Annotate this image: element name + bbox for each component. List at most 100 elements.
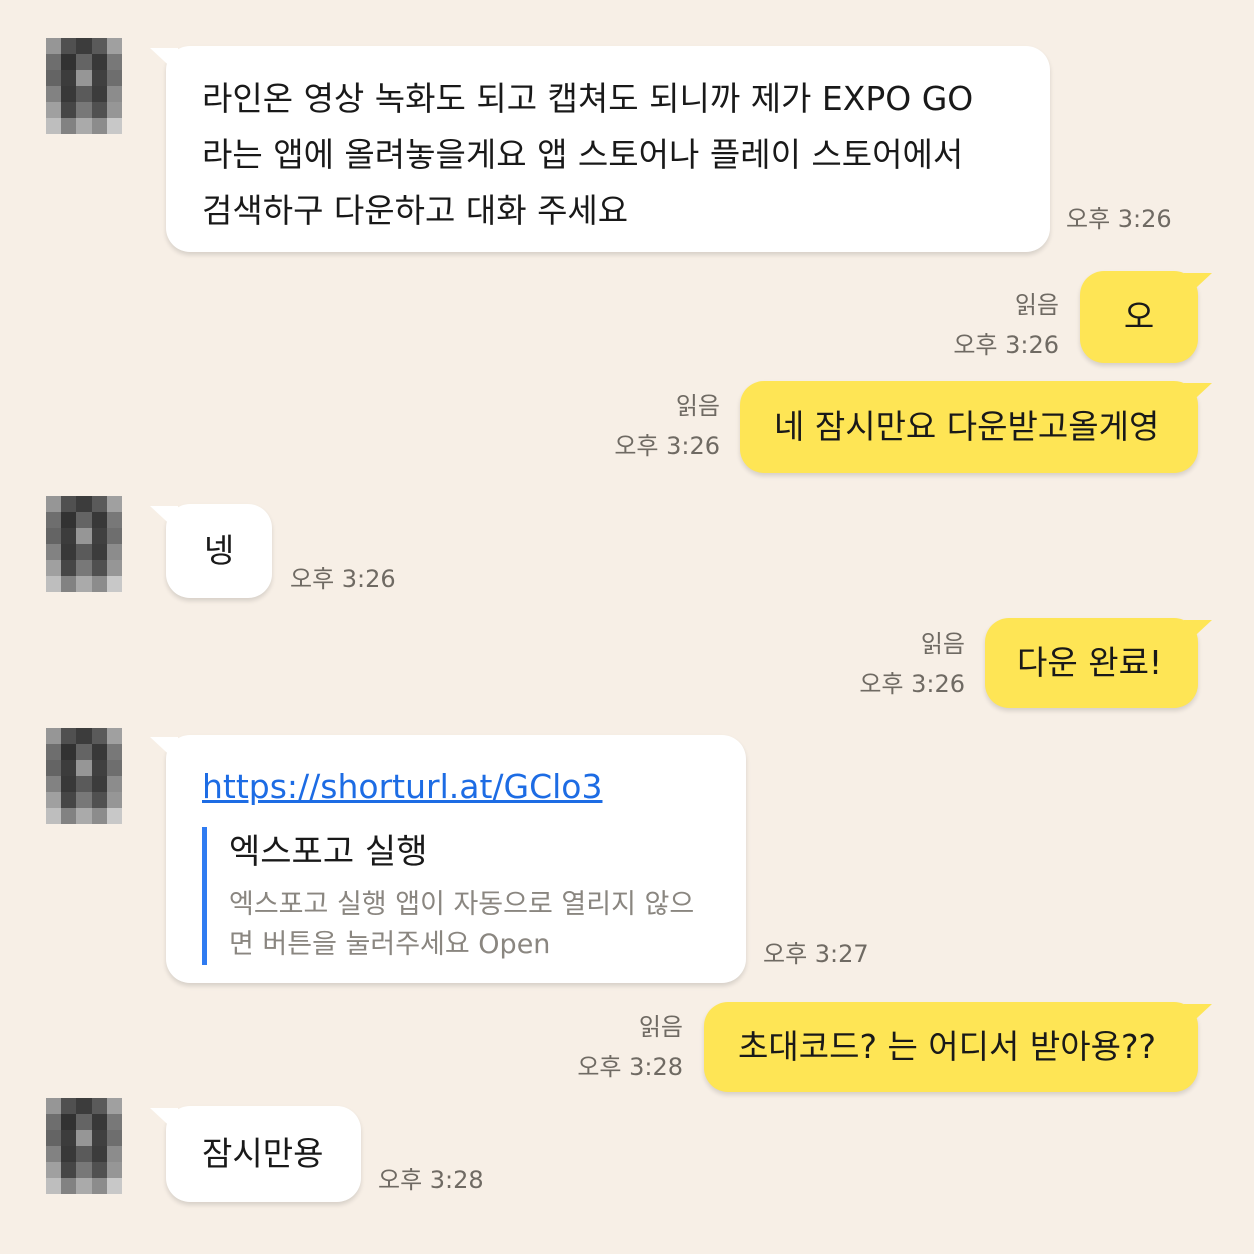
avatar-pixel xyxy=(91,86,107,102)
avatar-pixel xyxy=(46,744,62,760)
message-bubble-incoming[interactable]: 잠시만용 xyxy=(150,1106,361,1202)
sender-avatar[interactable] xyxy=(46,728,122,824)
avatar-pixel xyxy=(46,54,62,70)
message-time: 오후 3:26 xyxy=(290,565,396,593)
avatar-pixel xyxy=(76,86,92,102)
avatar-pixel xyxy=(46,1098,62,1114)
avatar-pixel xyxy=(46,1146,62,1162)
avatar-pixel xyxy=(91,560,107,576)
message-bubble-outgoing[interactable]: 초대코드? 는 어디서 받아용?? xyxy=(704,1002,1212,1092)
avatar-pixel xyxy=(106,760,122,776)
avatar-pixel xyxy=(61,1162,77,1178)
avatar-pixel xyxy=(91,54,107,70)
avatar-pixel xyxy=(61,118,77,134)
read-receipt: 읽음 xyxy=(638,1013,683,1041)
avatar-pixel xyxy=(106,1178,122,1194)
message-bubble-outgoing[interactable]: 오 xyxy=(1080,271,1212,363)
avatar-pixel xyxy=(91,1098,107,1114)
avatar-pixel xyxy=(61,560,77,576)
message-time: 오후 3:26 xyxy=(859,670,965,698)
avatar-pixel xyxy=(106,1114,122,1130)
message-bubble-outgoing[interactable]: 다운 완료! xyxy=(985,618,1212,708)
avatar-pixel xyxy=(76,744,92,760)
avatar-pixel xyxy=(46,38,62,54)
avatar-pixel xyxy=(61,728,77,744)
avatar-pixel xyxy=(76,70,92,86)
avatar-pixel xyxy=(91,1178,107,1194)
sender-avatar[interactable] xyxy=(46,496,122,592)
avatar-pixel xyxy=(61,70,77,86)
avatar-pixel xyxy=(91,528,107,544)
avatar-pixel xyxy=(76,512,92,528)
avatar-pixel xyxy=(61,528,77,544)
link-preview-description: 엑스포고 실행 앱이 자동으로 열리지 않으 면 버튼을 눌러주세요 Open xyxy=(229,885,710,965)
avatar-pixel xyxy=(61,576,77,592)
message-bubble-incoming[interactable]: 넹 xyxy=(150,504,272,598)
avatar-pixel xyxy=(76,528,92,544)
avatar-pixel xyxy=(106,576,122,592)
avatar-pixel xyxy=(46,808,62,824)
link-preview-bubble[interactable]: https://shorturl.at/GClo3 엑스포고 실행 엑스포고 실… xyxy=(150,735,746,983)
link-url[interactable]: https://shorturl.at/GClo3 xyxy=(202,765,710,809)
avatar-pixel xyxy=(106,560,122,576)
avatar-pixel xyxy=(91,1130,107,1146)
avatar-pixel xyxy=(61,776,77,792)
avatar-pixel xyxy=(61,760,77,776)
avatar-pixel xyxy=(106,808,122,824)
avatar-pixel xyxy=(76,496,92,512)
avatar-pixel xyxy=(61,1146,77,1162)
avatar-pixel xyxy=(61,512,77,528)
message-text-line: 라인온 영상 녹화도 되고 캡쳐도 되니까 제가 EXPO GO xyxy=(202,79,974,118)
link-preview-card[interactable]: 엑스포고 실행 엑스포고 실행 앱이 자동으로 열리지 않으 면 버튼을 눌러주… xyxy=(202,827,710,965)
avatar-pixel xyxy=(76,118,92,134)
read-receipt: 읽음 xyxy=(675,392,720,420)
avatar-pixel xyxy=(61,1130,77,1146)
avatar-pixel xyxy=(76,1162,92,1178)
message-text: 초대코드? 는 어디서 받아용?? xyxy=(738,1027,1156,1066)
avatar-pixel xyxy=(106,744,122,760)
avatar-pixel xyxy=(61,86,77,102)
avatar-pixel xyxy=(106,1162,122,1178)
avatar-pixel xyxy=(46,776,62,792)
avatar-pixel xyxy=(91,1114,107,1130)
avatar-pixel xyxy=(76,38,92,54)
message-time: 오후 3:28 xyxy=(378,1166,484,1194)
avatar-pixel xyxy=(61,808,77,824)
avatar-pixel xyxy=(106,1146,122,1162)
message-bubble-incoming[interactable]: 라인온 영상 녹화도 되고 캡쳐도 되니까 제가 EXPO GO 라는 앱에 올… xyxy=(150,46,1050,252)
read-receipt: 읽음 xyxy=(1014,291,1059,319)
avatar-pixel xyxy=(106,496,122,512)
avatar-pixel xyxy=(91,744,107,760)
message-bubble-outgoing[interactable]: 네 잠시만요 다운받고올게영 xyxy=(740,381,1212,473)
read-receipt: 읽음 xyxy=(920,630,965,658)
avatar-pixel xyxy=(46,1130,62,1146)
avatar-pixel xyxy=(61,792,77,808)
avatar-pixel xyxy=(61,1098,77,1114)
avatar-pixel xyxy=(46,102,62,118)
message-text-line: 검색하구 다운하고 대화 주세요 xyxy=(202,191,629,230)
avatar-pixel xyxy=(91,1146,107,1162)
avatar-pixel xyxy=(46,528,62,544)
avatar-pixel xyxy=(76,102,92,118)
avatar-pixel xyxy=(106,54,122,70)
avatar-pixel xyxy=(61,54,77,70)
avatar-pixel xyxy=(61,1114,77,1130)
avatar-pixel xyxy=(46,1178,62,1194)
avatar-pixel xyxy=(91,576,107,592)
avatar-pixel xyxy=(46,544,62,560)
sender-avatar[interactable] xyxy=(46,1098,122,1194)
message-time: 오후 3:28 xyxy=(577,1053,683,1081)
avatar-pixel xyxy=(46,512,62,528)
avatar-pixel xyxy=(91,38,107,54)
link-preview-description-line: 엑스포고 실행 앱이 자동으로 열리지 않으 xyxy=(229,889,695,920)
avatar-pixel xyxy=(61,102,77,118)
message-text-line: 라는 앱에 올려놓을게요 앱 스토어나 플레이 스토어에서 xyxy=(202,135,964,174)
avatar-pixel xyxy=(76,54,92,70)
avatar-pixel xyxy=(61,496,77,512)
message-time: 오후 3:26 xyxy=(1066,205,1172,233)
avatar-pixel xyxy=(46,792,62,808)
avatar-pixel xyxy=(76,792,92,808)
avatar-pixel xyxy=(106,70,122,86)
sender-avatar[interactable] xyxy=(46,38,122,134)
avatar-pixel xyxy=(91,1162,107,1178)
